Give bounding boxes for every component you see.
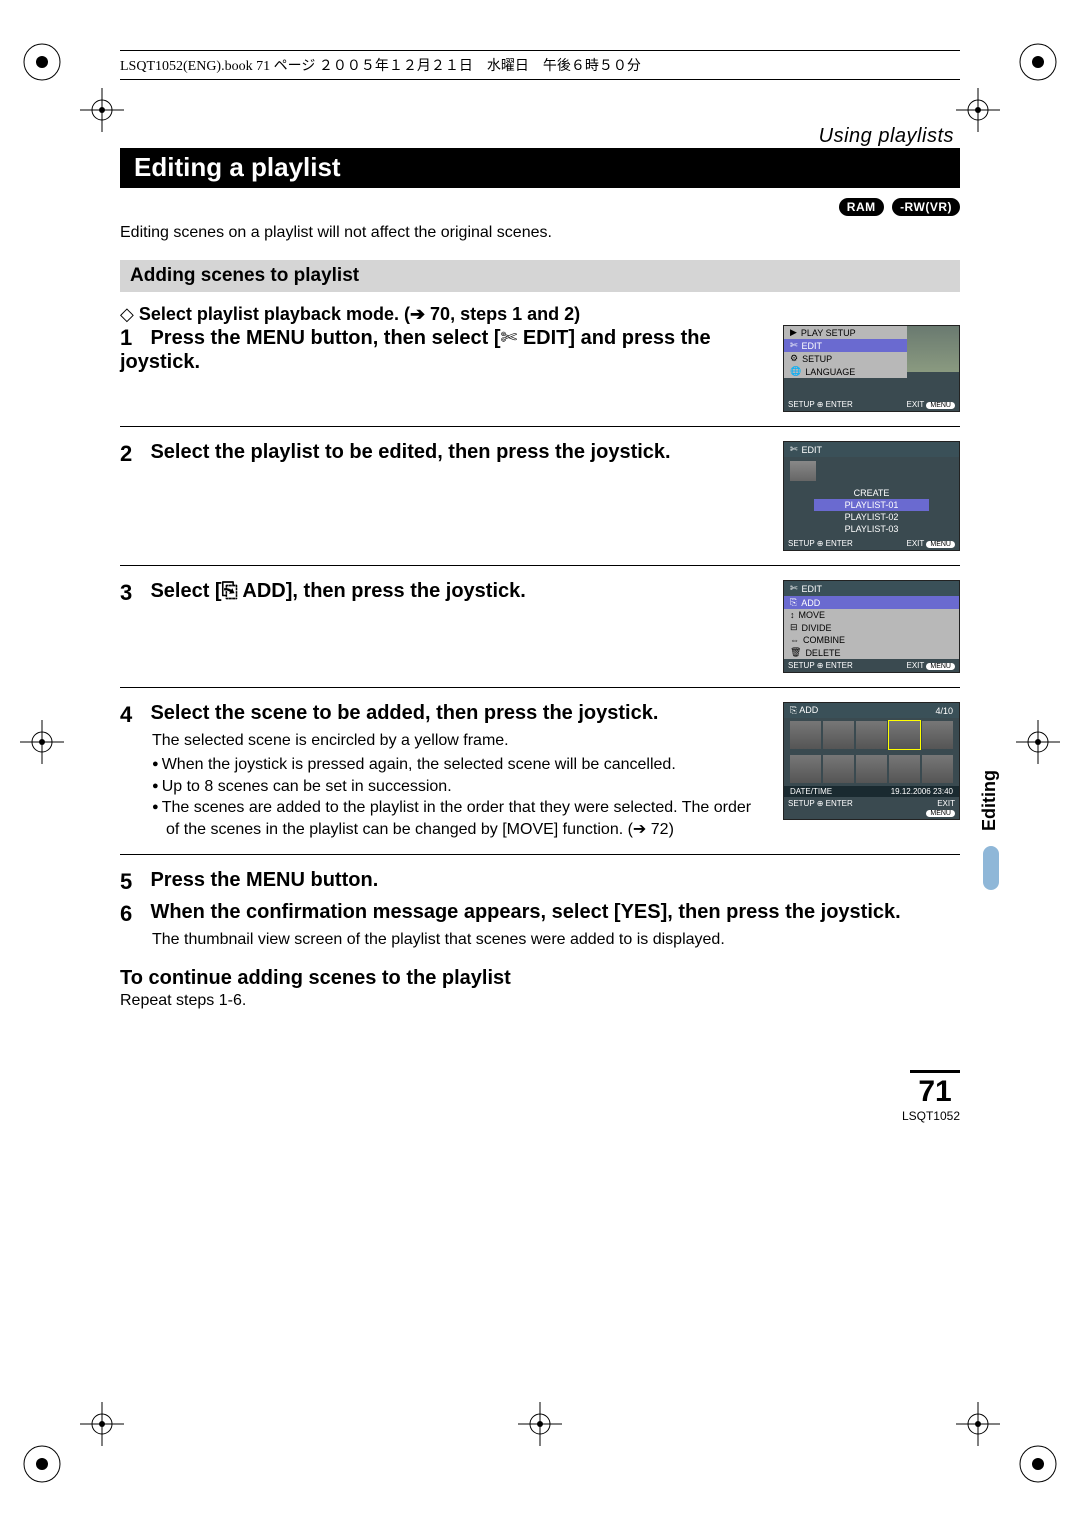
- step-6-title: When the confirmation message appears, s…: [150, 901, 900, 923]
- scene-thumb-selected: [889, 721, 920, 749]
- crosshair-icon: [80, 1402, 124, 1446]
- media-badge-ram: RAM: [839, 198, 884, 216]
- side-tab-marker: [983, 846, 999, 890]
- separator: [120, 687, 960, 688]
- menu-row-selected: ✄ EDIT: [784, 339, 907, 352]
- registration-mark-icon: [20, 1442, 64, 1486]
- scene-thumb: [889, 755, 920, 783]
- diamond-icon: ◇: [120, 304, 134, 324]
- separator: [120, 565, 960, 566]
- step-number: 1: [120, 325, 146, 351]
- scene-thumb: [790, 721, 821, 749]
- scene-thumb: [856, 755, 887, 783]
- footer-setup: SETUP ⊕ ENTER: [788, 400, 853, 409]
- subsection-heading: Adding scenes to playlist: [120, 260, 960, 292]
- doc-code: LSQT1052: [120, 1109, 960, 1123]
- menu-row: ⚙ SETUP: [784, 352, 907, 365]
- step-2-title: Select the playlist to be edited, then p…: [150, 441, 670, 463]
- step-1-title: Press the MENU button, then select [✄ ED…: [120, 327, 711, 373]
- registration-mark-icon: [1016, 1442, 1060, 1486]
- step-5-title: Press the MENU button.: [150, 869, 378, 891]
- scissors-icon: ✄: [501, 327, 518, 349]
- playlist-thumb: [790, 461, 816, 481]
- page-number: 71: [910, 1070, 960, 1109]
- step-number: 3: [120, 580, 146, 606]
- crosshair-icon: [518, 1402, 562, 1446]
- menu-row: 🗑 DELETE: [784, 646, 959, 659]
- menu-row-selected: ⎘ ADD: [784, 596, 959, 609]
- playlist-item: PLAYLIST-02: [784, 511, 959, 523]
- menu-row: 🌐 LANGUAGE: [784, 365, 907, 378]
- continue-heading: To continue adding scenes to the playlis…: [120, 967, 960, 990]
- menu-row: ⇔ COMBINE: [784, 634, 959, 646]
- menu-row: ↕ MOVE: [784, 609, 959, 621]
- screen-step-1: ▶ PLAY SETUP ✄ EDIT ⚙ SETUP 🌐 LANGUAGE S…: [783, 325, 960, 412]
- step-3-title: Select [⎘ ADD], then press the joystick.: [150, 580, 525, 602]
- create-label: CREATE: [784, 487, 959, 499]
- step-number: 6: [120, 901, 146, 927]
- screen-step-3: ✄ EDIT ⎘ ADD ↕ MOVE ⊟ DIVIDE ⇔ COMBINE 🗑…: [783, 580, 960, 673]
- scissors-icon: ✄: [790, 583, 798, 594]
- page-title-bar: Editing a playlist: [120, 148, 960, 188]
- screen-preview-image: [907, 326, 959, 372]
- menu-row: ▶ PLAY SETUP: [784, 326, 907, 339]
- date-time-value: 19.12.2006 23:40: [891, 787, 953, 796]
- preselect-text: Select playlist playback mode. (➔ 70, st…: [139, 304, 580, 324]
- continue-body: Repeat steps 1-6.: [120, 992, 960, 1010]
- scene-thumb: [922, 755, 953, 783]
- side-tab-label: Editing: [979, 770, 1000, 831]
- scissors-icon: ✄: [790, 444, 798, 455]
- preselect-instruction: ◇ Select playlist playback mode. (➔ 70, …: [120, 304, 960, 325]
- scene-count: 4/10: [935, 706, 953, 716]
- section-side-tab: Editing: [979, 770, 1000, 890]
- crosshair-icon: [956, 1402, 1000, 1446]
- bullet-item: The scenes are added to the playlist in …: [152, 797, 765, 840]
- step-number: 4: [120, 702, 146, 728]
- screen-step-4: ⎘ ADD 4/10 DATE/TIME 19.12.2006 23:40: [783, 702, 960, 820]
- add-icon: ⎘: [222, 580, 238, 602]
- separator: [120, 854, 960, 855]
- scene-thumb: [922, 721, 953, 749]
- scene-thumb: [823, 755, 854, 783]
- separator: [120, 426, 960, 427]
- step-4-note: The selected scene is encircled by a yel…: [152, 732, 765, 750]
- scene-thumb: [790, 755, 821, 783]
- screen-step-2: ✄ EDIT CREATE PLAYLIST-01 PLAYLIST-02 PL…: [783, 441, 960, 551]
- playlist-item-selected: PLAYLIST-01: [814, 499, 929, 511]
- scene-thumb: [856, 721, 887, 749]
- media-badge-rwvr: -RW(VR): [892, 198, 960, 216]
- intro-text: Editing scenes on a playlist will not af…: [120, 224, 960, 242]
- step-4-title: Select the scene to be added, then press…: [150, 702, 658, 724]
- step-number: 2: [120, 441, 146, 467]
- book-header-line: LSQT1052(ENG).book 71 ページ ２００５年１２月２１日 水曜…: [120, 50, 960, 80]
- page-title: Editing a playlist: [134, 152, 341, 183]
- playlist-item: PLAYLIST-03: [784, 523, 959, 535]
- step-number: 5: [120, 869, 146, 895]
- chapter-label: Using playlists: [120, 125, 954, 148]
- menu-row: ⊟ DIVIDE: [784, 621, 959, 634]
- scene-thumb: [823, 721, 854, 749]
- bullet-item: When the joystick is pressed again, the …: [152, 754, 765, 776]
- step-6-note: The thumbnail view screen of the playlis…: [152, 931, 960, 949]
- bullet-item: Up to 8 scenes can be set in succession.: [152, 776, 765, 798]
